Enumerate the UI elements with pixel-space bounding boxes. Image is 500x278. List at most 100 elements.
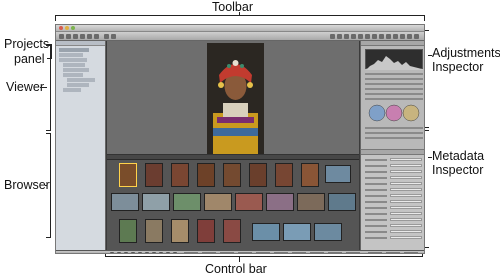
metadata-field[interactable]	[365, 236, 422, 240]
project-item[interactable]	[63, 68, 89, 72]
toolbar-button[interactable]	[94, 34, 99, 39]
keyword-button[interactable]	[292, 252, 306, 253]
thumbnail[interactable]	[275, 163, 293, 187]
thumbnail[interactable]	[171, 163, 189, 187]
thumbnail[interactable]	[145, 219, 163, 243]
metadata-field[interactable]	[365, 200, 422, 204]
metadata-field[interactable]	[365, 170, 422, 174]
control-button[interactable]	[145, 252, 149, 253]
control-button[interactable]	[124, 252, 128, 253]
metadata-field[interactable]	[365, 158, 422, 162]
thumbnail[interactable]	[252, 223, 280, 241]
thumbnail[interactable]	[142, 193, 170, 211]
toolbar-button[interactable]	[414, 34, 419, 39]
toolbar-button[interactable]	[330, 34, 335, 39]
control-button[interactable]	[173, 252, 177, 253]
thumbnail[interactable]	[328, 193, 356, 211]
adjustment-slider[interactable]	[365, 137, 423, 139]
thumbnail[interactable]	[171, 219, 189, 243]
toolbar-button[interactable]	[104, 34, 109, 39]
thumbnail[interactable]	[314, 223, 342, 241]
project-item[interactable]	[59, 53, 83, 57]
toolbar-button[interactable]	[379, 34, 384, 39]
adjustment-slider[interactable]	[365, 88, 423, 90]
toolbar-button[interactable]	[407, 34, 412, 39]
adjustment-slider[interactable]	[365, 98, 423, 100]
metadata-field[interactable]	[365, 218, 422, 222]
thumbnail[interactable]	[249, 163, 267, 187]
toolbar-button[interactable]	[400, 34, 405, 39]
metadata-field[interactable]	[365, 176, 422, 180]
control-button[interactable]	[117, 252, 121, 253]
adjustment-slider[interactable]	[365, 132, 423, 134]
thumbnail[interactable]	[145, 163, 163, 187]
metadata-field[interactable]	[365, 182, 422, 186]
thumbnail[interactable]	[204, 193, 232, 211]
toolbar-button[interactable]	[344, 34, 349, 39]
control-button[interactable]	[110, 252, 114, 253]
toolbar-button[interactable]	[66, 34, 71, 39]
metadata-field[interactable]	[365, 206, 422, 210]
toolbar-button[interactable]	[59, 34, 64, 39]
keyword-button[interactable]	[220, 252, 234, 253]
adjustment-slider[interactable]	[365, 93, 423, 95]
thumbnail[interactable]	[235, 193, 263, 211]
metadata-field[interactable]	[365, 212, 422, 216]
toolbar-button[interactable]	[87, 34, 92, 39]
keyword-button[interactable]	[328, 252, 342, 253]
keyword-button[interactable]	[184, 252, 198, 253]
thumbnail[interactable]	[301, 163, 319, 187]
keyword-button[interactable]	[274, 252, 288, 253]
toolbar-button[interactable]	[337, 34, 342, 39]
toolbar-button[interactable]	[111, 34, 116, 39]
toolbar-button[interactable]	[351, 34, 356, 39]
toolbar-button[interactable]	[365, 34, 370, 39]
control-button[interactable]	[159, 252, 163, 253]
thumbnail[interactable]	[197, 163, 215, 187]
toolbar-button[interactable]	[358, 34, 363, 39]
thumbnail[interactable]	[283, 223, 311, 241]
keyword-button[interactable]	[256, 252, 270, 253]
thumbnail[interactable]	[173, 193, 201, 211]
toolbar-button[interactable]	[73, 34, 78, 39]
thumbnail[interactable]	[111, 193, 139, 211]
control-button[interactable]	[152, 252, 156, 253]
adjustment-slider[interactable]	[365, 73, 423, 75]
control-button[interactable]	[131, 252, 135, 253]
thumbnail[interactable]	[197, 219, 215, 243]
control-button[interactable]	[138, 252, 142, 253]
metadata-field[interactable]	[365, 230, 422, 234]
close-dot-icon[interactable]	[59, 26, 63, 30]
keyword-button[interactable]	[238, 252, 252, 253]
toolbar-button[interactable]	[372, 34, 377, 39]
control-button[interactable]	[166, 252, 170, 253]
viewer[interactable]	[107, 41, 359, 154]
metadata-field[interactable]	[365, 164, 422, 168]
thumbnail[interactable]	[325, 165, 351, 183]
metadata-field[interactable]	[365, 194, 422, 198]
keyword-button[interactable]	[386, 252, 400, 253]
project-item[interactable]	[67, 78, 95, 82]
adjustment-slider[interactable]	[365, 83, 423, 85]
thumbnail[interactable]	[119, 163, 137, 187]
toolbar-button[interactable]	[393, 34, 398, 39]
color-wheels[interactable]	[361, 103, 425, 123]
toolbar-button[interactable]	[80, 34, 85, 39]
project-item[interactable]	[59, 48, 89, 52]
keyword-button[interactable]	[404, 252, 418, 253]
metadata-field[interactable]	[365, 188, 422, 192]
thumbnail[interactable]	[223, 219, 241, 243]
thumbnail[interactable]	[297, 193, 325, 211]
project-item[interactable]	[63, 73, 83, 77]
keyword-button[interactable]	[202, 252, 216, 253]
project-item[interactable]	[63, 63, 85, 67]
zoom-dot-icon[interactable]	[71, 26, 75, 30]
project-item[interactable]	[59, 58, 87, 62]
keyword-button[interactable]	[346, 252, 360, 253]
adjustment-slider[interactable]	[365, 78, 423, 80]
minimize-dot-icon[interactable]	[65, 26, 69, 30]
keyword-button[interactable]	[368, 252, 382, 253]
project-item[interactable]	[67, 83, 89, 87]
keyword-button[interactable]	[310, 252, 324, 253]
metadata-field[interactable]	[365, 224, 422, 228]
